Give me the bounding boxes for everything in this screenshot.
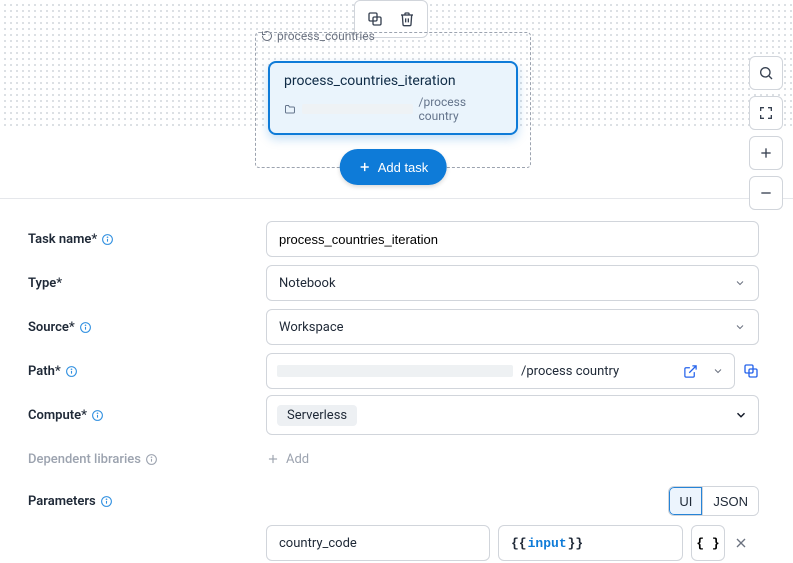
compute-chip: Serverless [277,405,357,426]
info-icon[interactable] [145,453,158,466]
chevron-down-icon [734,408,748,422]
external-link-icon [683,364,698,379]
search-zoom-button[interactable] [749,56,783,90]
plus-icon [758,145,774,161]
info-icon[interactable] [65,365,78,378]
param-key-input[interactable]: country_code [266,525,490,561]
path-suffix: /process country [521,364,619,379]
compute-select[interactable]: Serverless [266,395,759,435]
chevron-down-icon [734,321,746,333]
zoom-in-button[interactable] [749,136,783,170]
task-group-container: process_countries process_countries_iter… [255,32,531,168]
info-icon[interactable] [91,409,104,422]
add-library-button[interactable]: Add [266,452,759,467]
search-icon [758,65,774,81]
label-task-name: Task name* [28,232,266,247]
fullscreen-button[interactable] [749,96,783,130]
info-icon[interactable] [100,495,113,508]
source-select-value: Workspace [279,320,344,335]
type-select[interactable]: Notebook [266,265,759,301]
path-picker[interactable]: /process country [266,353,735,389]
fullscreen-icon [758,105,774,121]
redacted-path-segment [302,104,413,114]
label-dependent-libraries: Dependent libraries [28,452,266,467]
copy-icon [367,11,383,27]
zoom-out-button[interactable] [749,176,783,210]
close-icon [733,535,749,551]
task-node-path: /process country [284,95,502,123]
add-task-button[interactable]: Add task [340,149,447,185]
plus-icon [266,452,280,466]
params-toggle-ui[interactable]: UI [669,487,702,515]
trash-icon [399,11,415,27]
chevron-down-icon[interactable] [712,365,724,377]
params-view-toggle: UI JSON [668,486,759,516]
plus-icon [358,160,372,174]
redacted-path-segment [277,365,513,377]
param-remove-button[interactable] [733,525,759,561]
label-type: Type* [28,276,266,291]
info-icon[interactable] [101,233,114,246]
param-value-input[interactable]: {{input}} [498,525,683,561]
params-toggle-json[interactable]: JSON [702,487,758,515]
type-select-value: Notebook [279,276,336,291]
info-icon[interactable] [79,321,92,334]
minus-icon [758,185,774,201]
open-external-button[interactable] [683,364,698,379]
label-parameters: Parameters [28,494,266,509]
delete-button[interactable] [391,5,423,33]
label-path: Path* [28,364,266,379]
task-node[interactable]: process_countries_iteration /process cou… [268,61,518,135]
label-compute: Compute* [28,408,266,423]
folder-icon [284,103,296,116]
param-insert-placeholder-button[interactable]: { } [691,525,725,561]
chevron-down-icon [734,277,746,289]
source-select[interactable]: Workspace [266,309,759,345]
task-name-input[interactable] [266,221,759,257]
copy-icon [743,363,759,379]
task-node-title: process_countries_iteration [284,73,502,89]
task-name-input-field[interactable] [279,232,746,247]
copy-path-button[interactable] [743,363,759,379]
label-source: Source* [28,320,266,335]
